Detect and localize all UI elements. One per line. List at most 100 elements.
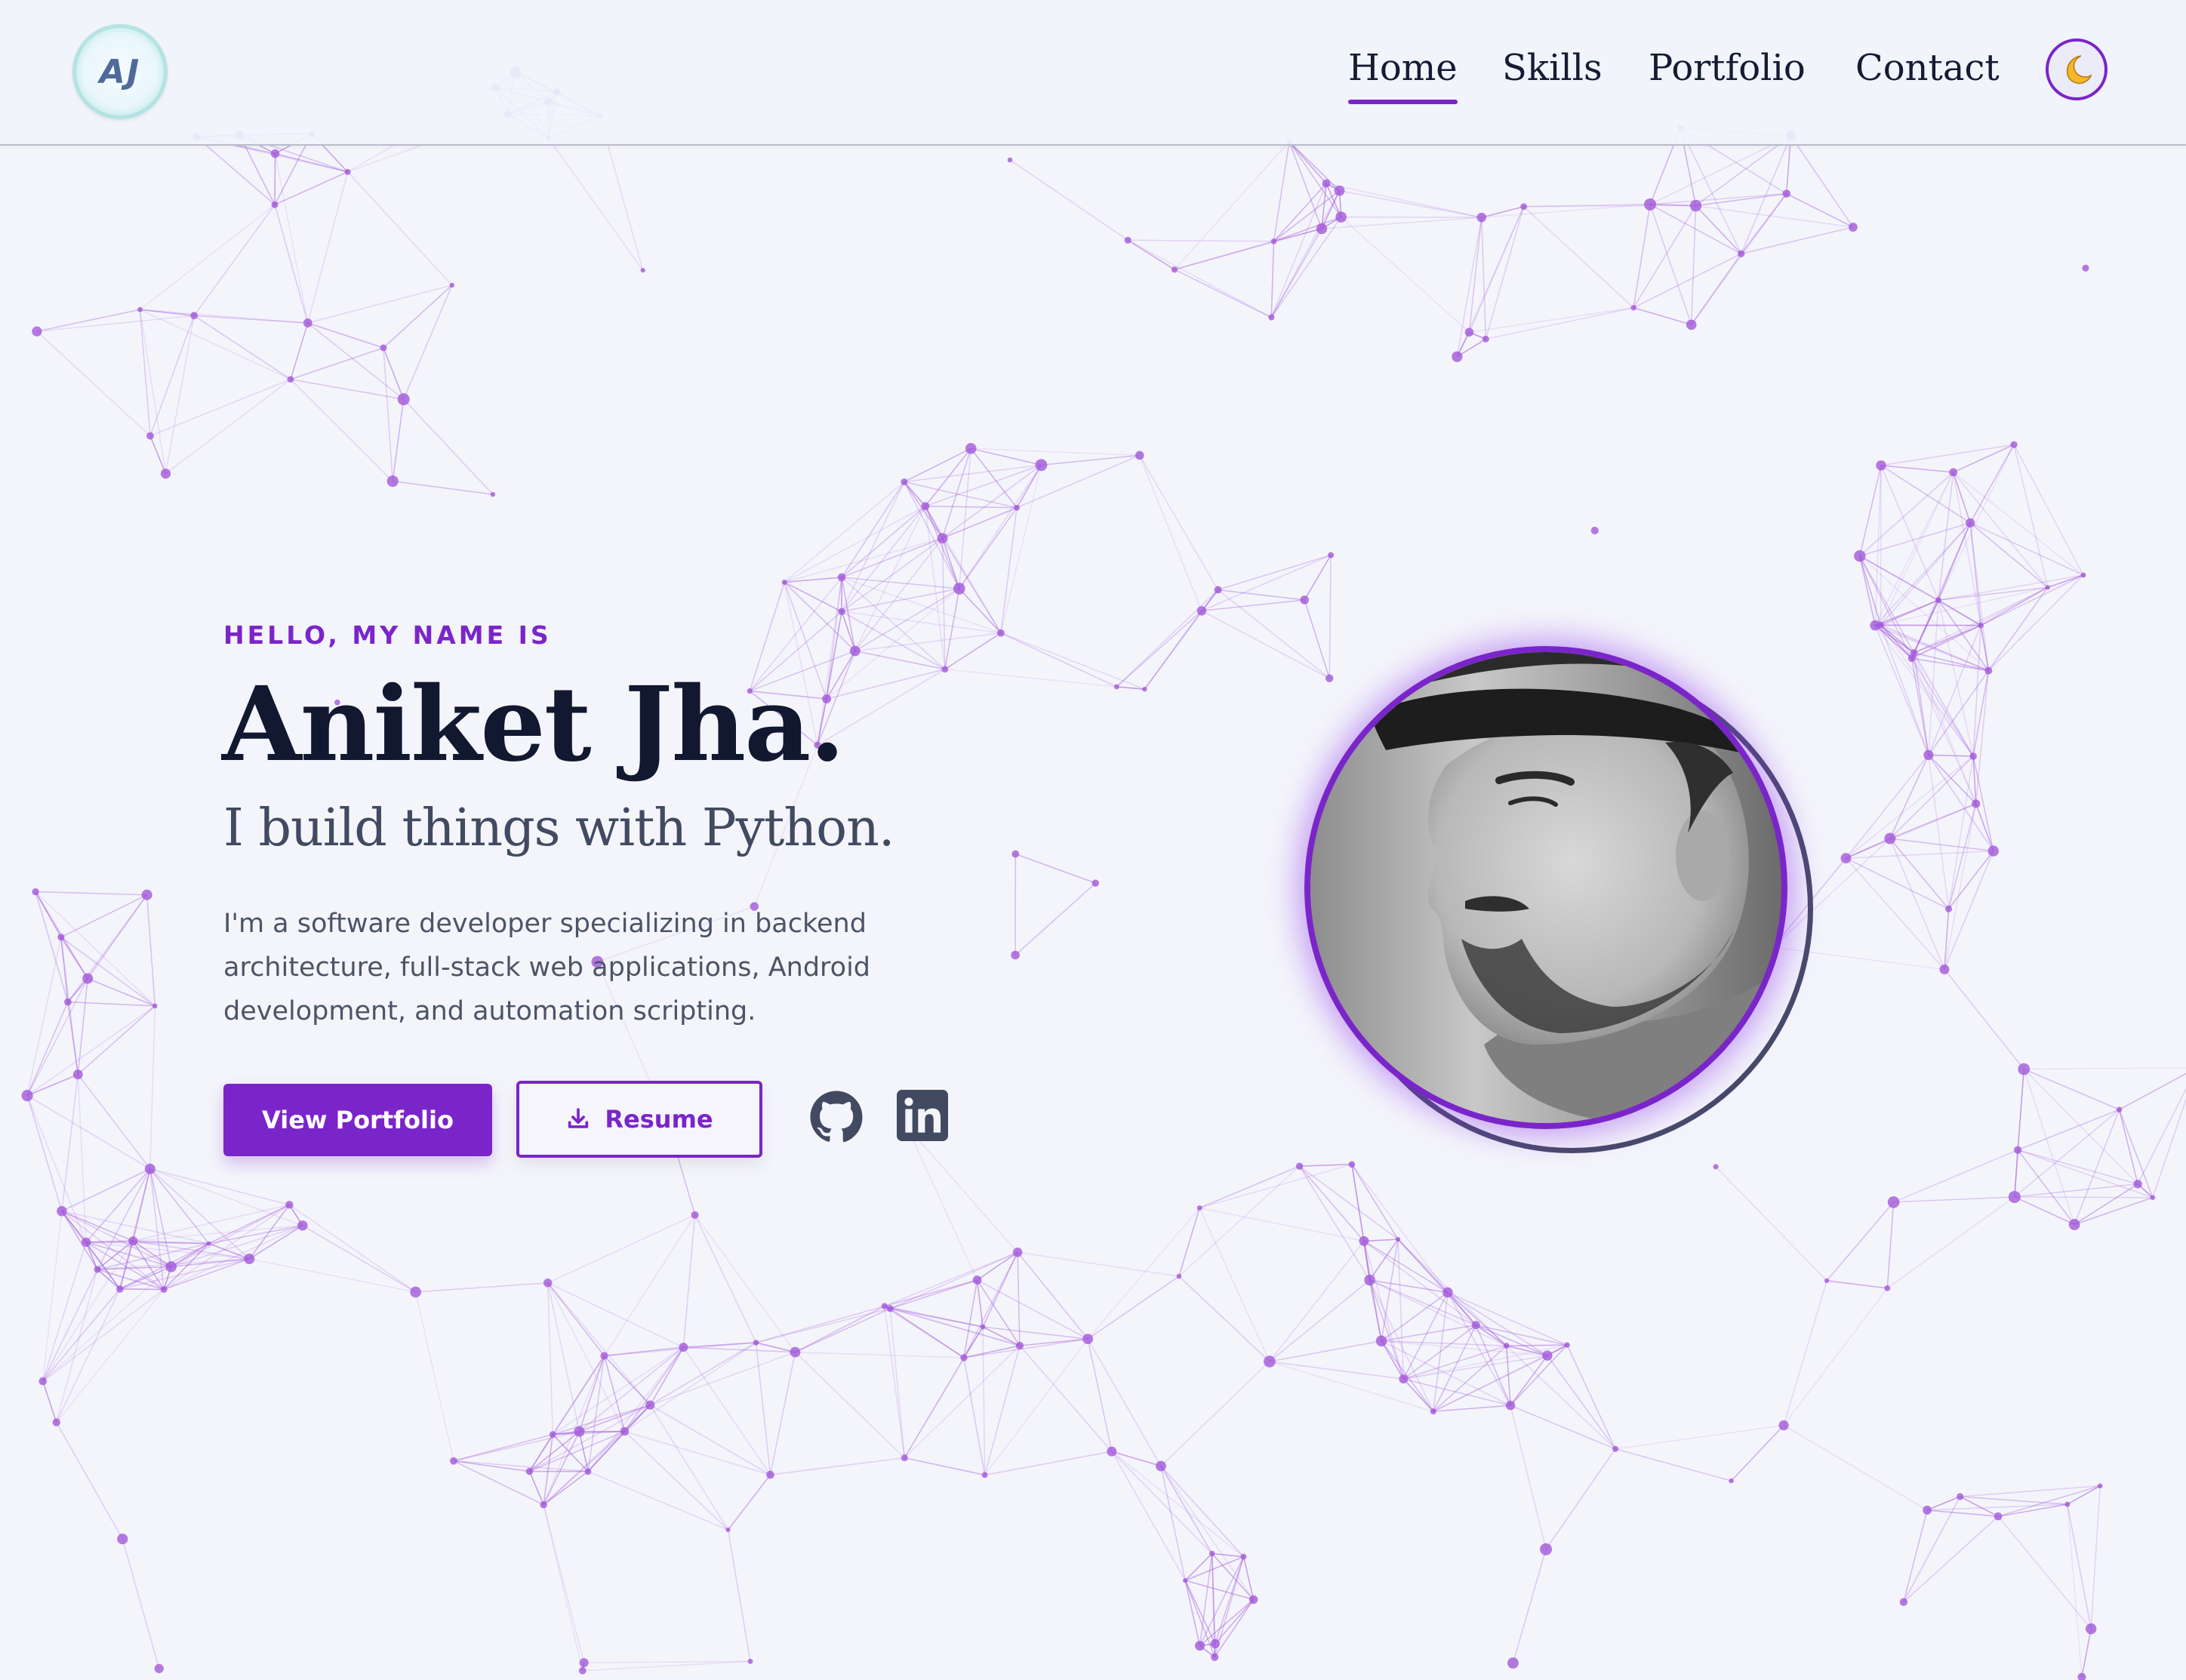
hero-greeting: HELLO, MY NAME IS [223,620,552,650]
network-link [77,1074,151,1170]
network-node [965,442,977,454]
network-node [1399,1374,1409,1384]
network-link [906,1125,1018,1253]
network-link [2067,1485,2101,1505]
network-node [1476,212,1487,223]
navbar: AJ Home Skills Portfolio Contact [0,0,2186,146]
network-node [1945,905,1953,912]
network-node [2082,264,2089,272]
network-link [403,398,494,495]
network-node [410,1286,421,1298]
network-link [392,398,405,482]
network-node [1359,1235,1369,1246]
network-node [160,1286,168,1294]
network-link [1270,228,1322,318]
network-link [1846,803,1976,859]
network-node [1295,1162,1304,1170]
network-node [1884,1285,1891,1291]
network-link [1997,1515,2092,1629]
profile-photo [1304,646,1787,1129]
network-link [904,464,1042,483]
network-link [193,204,276,316]
nav-portfolio[interactable]: Portfolio [1649,47,1806,89]
network-node [141,889,152,900]
network-link [1127,239,1175,270]
network-link [119,1288,165,1291]
network-node [837,573,846,582]
network-link [2081,1629,2092,1678]
github-link[interactable] [809,1090,864,1144]
network-link [1000,632,1117,688]
network-node [1335,211,1347,223]
network-node [146,432,154,440]
network-link [1447,1291,1507,1346]
network-link [1325,183,1482,218]
network-node [82,973,94,984]
network-link [841,482,905,578]
network-link [795,1308,891,1353]
network-node [691,1211,699,1219]
network-node [937,533,948,543]
network-link [1938,586,2048,601]
network-node [1014,504,1021,511]
nav-skills[interactable]: Skills [1502,47,1603,89]
network-link [1468,206,1525,333]
network-link [302,1225,417,1293]
network-node [1430,1408,1436,1415]
network-link [149,1168,290,1206]
network-link [1886,1202,1895,1288]
network-link [1926,1496,1960,1511]
view-portfolio-button[interactable]: View Portfolio [223,1084,492,1156]
network-link [1845,755,1974,859]
network-node [1854,549,1866,562]
network-link [884,1305,965,1358]
network-link [193,315,291,380]
network-link [1889,838,1945,970]
network-link [727,1529,751,1662]
network-node [1689,199,1702,212]
network-link [274,153,276,205]
network-link [1903,1515,1999,1603]
network-link [1144,610,1202,690]
network-node [2077,1672,2086,1680]
network-link [1381,1238,1399,1341]
network-link [944,588,960,669]
network-link [904,1357,965,1459]
nav-contact[interactable]: Contact [1855,47,2000,89]
nav-home[interactable]: Home [1348,47,1458,104]
network-link [543,1504,585,1663]
network-node [1966,518,1975,528]
network-link [1178,1165,1301,1277]
network-link [649,1405,771,1475]
network-node [1564,1342,1570,1348]
network-link [61,1074,79,1211]
logo[interactable]: AJ [72,24,168,119]
network-link [1341,216,1482,218]
network-link [2014,1196,2075,1226]
network-node [206,1241,211,1246]
network-link [139,309,167,474]
theme-toggle-button[interactable] [2046,38,2107,100]
network-link [1969,444,2015,524]
network-link [1178,1275,1270,1362]
linkedin-link[interactable] [897,1090,951,1144]
resume-button[interactable]: Resume [516,1081,762,1158]
network-node [137,306,143,312]
network-node [2014,1146,2022,1154]
network-link [649,1351,796,1406]
network-link [1289,141,1322,229]
network-link [1691,193,1787,325]
network-link [1880,522,1971,626]
network-link [1690,205,1697,325]
network-link [1289,141,1341,192]
network-link [36,331,151,437]
network-link [841,506,926,578]
network-node [190,312,199,320]
network-link [42,1288,165,1382]
network-node [1395,1237,1401,1242]
network-link [794,1352,905,1459]
network-node [1471,1321,1480,1330]
network-link [795,1351,964,1358]
network-node [1590,526,1599,535]
network-link [1139,455,1202,611]
